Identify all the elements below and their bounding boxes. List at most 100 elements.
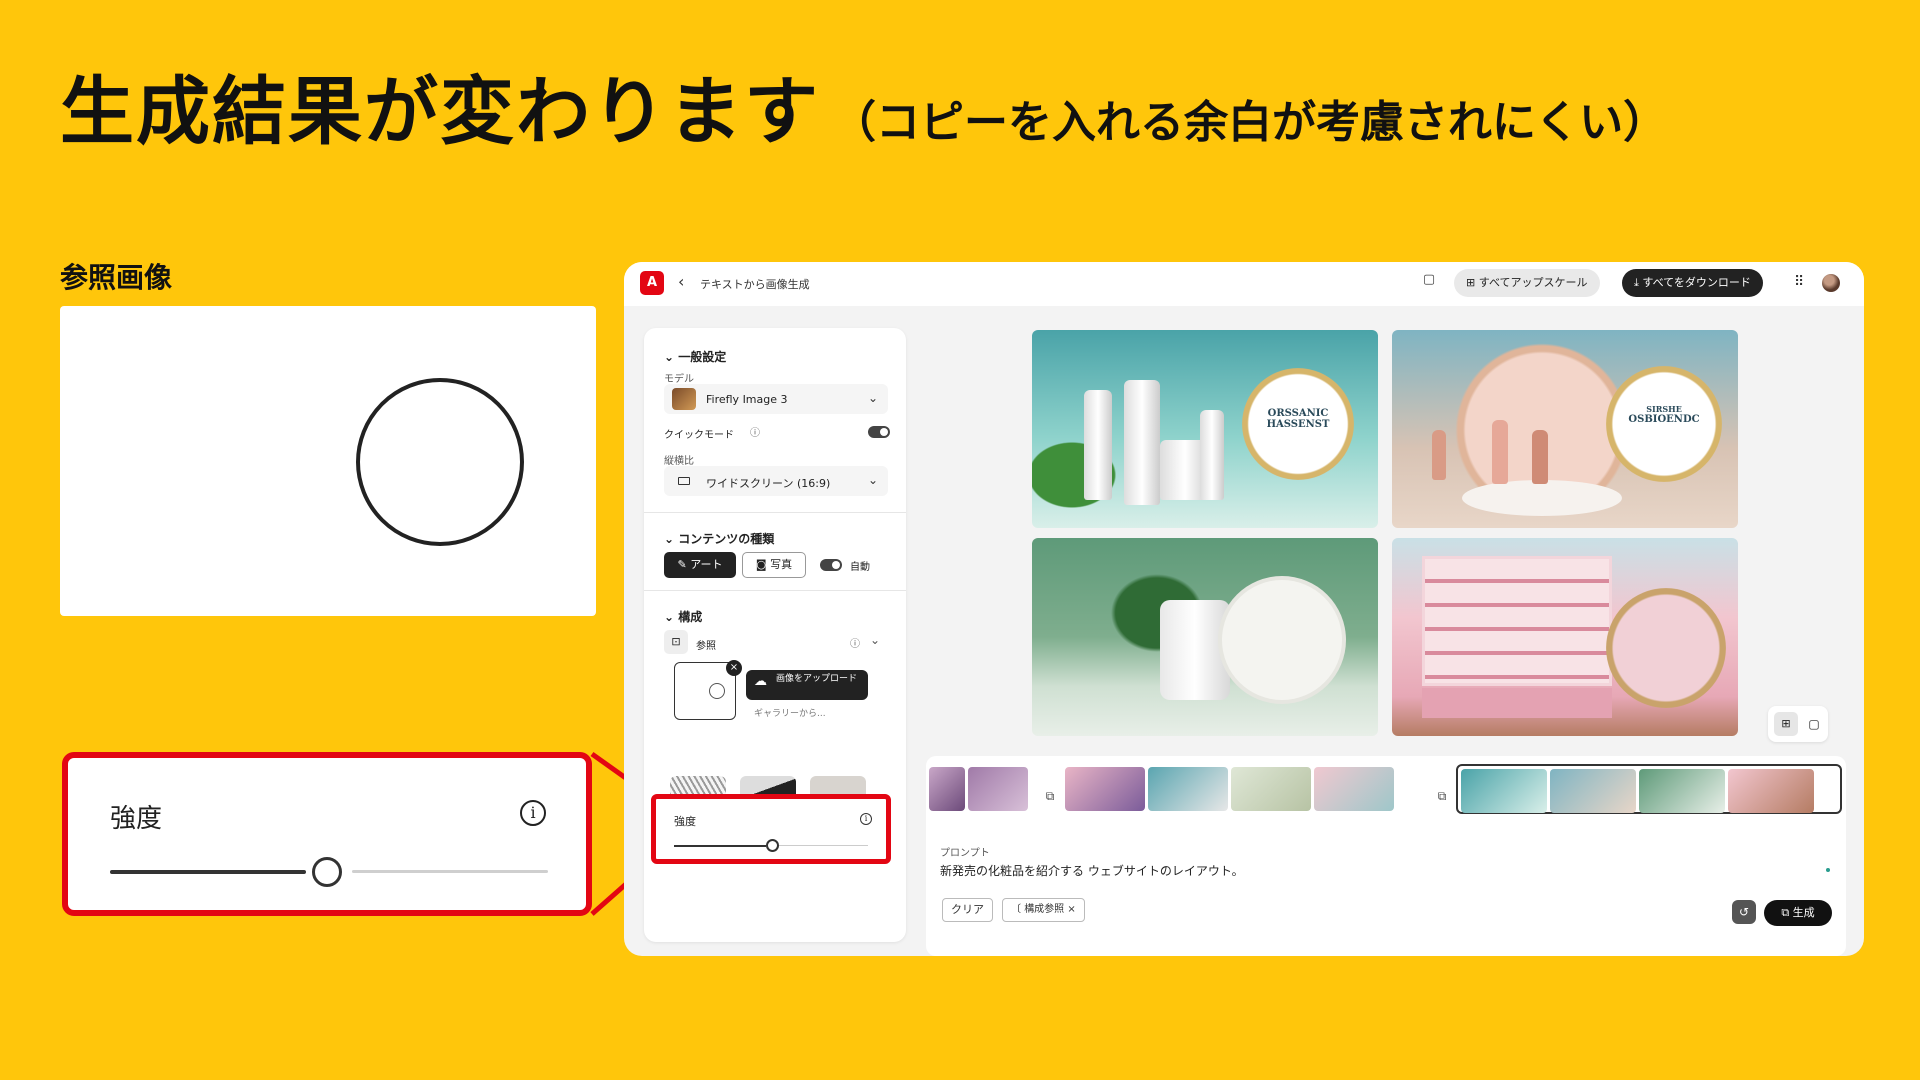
upload-image-button[interactable]: ☁ 画像をアップロード: [746, 670, 868, 700]
generate-button[interactable]: ⧉ 生成: [1764, 900, 1832, 926]
reference-circle-shape: [356, 378, 524, 546]
content-type-label: コンテンツの種類: [678, 532, 775, 546]
status-dot: [1826, 868, 1830, 872]
chevron-down-icon[interactable]: ⌄: [870, 633, 880, 647]
model-value: Firefly Image 3: [706, 393, 788, 406]
product-jar: [1160, 600, 1230, 700]
composition-header[interactable]: ⌄ 構成: [664, 608, 702, 625]
avatar[interactable]: [1822, 274, 1840, 292]
comment-icon[interactable]: ▢: [1420, 272, 1438, 290]
round-mirror: [1606, 588, 1726, 708]
info-icon[interactable]: ⓘ: [850, 635, 860, 650]
view-toggle: ⊞ ▢: [1768, 706, 1828, 742]
back-chevron-icon[interactable]: ‹: [678, 272, 684, 291]
auto-label: 自動: [850, 562, 870, 573]
generate-label: 生成: [1792, 906, 1815, 919]
display-shelf: [1422, 556, 1612, 686]
strength-label: 強度: [674, 815, 696, 828]
info-icon[interactable]: i: [860, 813, 872, 825]
general-settings-label: 一般設定: [678, 350, 727, 364]
info-icon[interactable]: i: [520, 800, 546, 826]
slider-thumb[interactable]: [766, 839, 779, 852]
slider-track-empty: [778, 845, 868, 846]
art-label: アート: [690, 558, 723, 571]
model-select[interactable]: Firefly Image 3 ⌄: [664, 384, 888, 414]
slide-title-main: 生成結果が変わります: [60, 69, 820, 155]
podium: [1462, 480, 1622, 516]
product-tube: [1084, 390, 1112, 500]
slider-track-filled: [110, 870, 306, 874]
prompt-label: プロンプト: [940, 848, 990, 859]
download-all-label: すべてをダウンロード: [1642, 276, 1751, 289]
product-bottle: [1492, 420, 1508, 484]
photo-button[interactable]: ◙ 写真: [742, 552, 806, 578]
composition-chip-label: 構成参照: [1024, 904, 1065, 915]
quick-mode-label: クイックモード: [664, 430, 734, 441]
clear-button[interactable]: クリア: [942, 898, 993, 922]
generated-image-2[interactable]: SIRSHE OSBIOENDC: [1392, 330, 1738, 528]
widescreen-icon: [678, 477, 690, 485]
breadcrumb[interactable]: テキストから画像生成: [700, 276, 810, 292]
art-button[interactable]: ✎ アート: [664, 552, 736, 578]
photo-label: 写真: [770, 558, 793, 571]
general-settings-header[interactable]: ⌄ 一般設定: [664, 348, 726, 365]
app-grid-icon[interactable]: ⠿: [1794, 274, 1804, 290]
reuse-icon[interactable]: ⧉: [1040, 786, 1060, 806]
history-thumbnail[interactable]: [1065, 767, 1145, 811]
leaf-decoration: [1032, 430, 1132, 520]
generated-image-4[interactable]: [1392, 538, 1738, 736]
generated-image-3[interactable]: [1032, 538, 1378, 736]
top-bar: A ‹ テキストから画像生成 ▢ ⊞ すべてアップスケール ⤓ すべてをダウンロ…: [624, 262, 1864, 306]
history-strip[interactable]: [1062, 764, 1412, 814]
badge-line: SIRSHE: [1646, 404, 1682, 414]
history-icon[interactable]: ↺: [1732, 900, 1756, 924]
history-thumbnail[interactable]: [1314, 767, 1394, 811]
info-icon[interactable]: ⓘ: [750, 424, 760, 439]
counter: [1422, 688, 1612, 718]
model-label: モデル: [664, 374, 694, 385]
upscale-all-button[interactable]: ⊞ すべてアップスケール: [1454, 269, 1600, 297]
chevron-down-icon: ⌄: [867, 473, 878, 487]
prompt-input[interactable]: 新発売の化粧品を紹介する ウェブサイトのレイアウト。: [940, 862, 1244, 879]
quick-mode-toggle[interactable]: [868, 426, 890, 438]
history-thumbnail[interactable]: [968, 767, 1028, 811]
adobe-logo-icon[interactable]: A: [640, 271, 664, 295]
close-icon[interactable]: ×: [1067, 904, 1075, 915]
single-view-icon[interactable]: ▢: [1804, 712, 1824, 736]
history-and-prompt: ⧉ ⧉ プロンプト 新発売の化粧品を紹介する ウェブサイトのレイアウト。 クリア…: [926, 756, 1846, 956]
aspect-ratio-select[interactable]: ワイドスクリーン (16:9) ⌄: [664, 466, 888, 496]
slider-track-empty: [352, 870, 548, 873]
upload-cloud-icon: ☁: [754, 674, 767, 689]
history-thumbnail[interactable]: [1148, 767, 1228, 811]
content-type-header[interactable]: ⌄ コンテンツの種類: [664, 530, 774, 547]
history-strip[interactable]: [926, 764, 1032, 814]
reuse-icon[interactable]: ⧉: [1432, 786, 1452, 806]
badge-line: OSBIOENDC: [1628, 414, 1700, 425]
model-thumbnail: [672, 388, 696, 410]
remove-reference-icon[interactable]: ×: [726, 660, 742, 676]
history-thumbnail[interactable]: [1550, 769, 1636, 813]
strength-label: 強度: [110, 804, 163, 834]
slider-thumb[interactable]: [312, 857, 342, 887]
product-bottle: [1532, 430, 1548, 484]
auto-toggle[interactable]: [820, 559, 842, 571]
composition-label: 構成: [678, 610, 703, 624]
history-thumbnail[interactable]: [929, 767, 965, 811]
reference-image-label: 参照画像: [60, 261, 173, 294]
upload-image-label: 画像をアップロード: [776, 674, 858, 684]
grid-view-icon[interactable]: ⊞: [1774, 712, 1798, 736]
product-tube: [1124, 380, 1160, 505]
download-all-button[interactable]: ⤓ すべてをダウンロード: [1622, 269, 1763, 297]
composition-reference-chip[interactable]: 〔 構成参照 ×: [1002, 898, 1085, 922]
generated-image-1[interactable]: ORSSANIC HASSENST: [1032, 330, 1378, 528]
history-thumbnail[interactable]: [1728, 769, 1814, 813]
history-thumbnail[interactable]: [1231, 767, 1311, 811]
reference-label: 参照: [696, 641, 716, 652]
product-badge: SIRSHE OSBIOENDC: [1606, 366, 1722, 482]
history-thumbnail[interactable]: [1461, 769, 1547, 813]
history-strip-selected[interactable]: [1456, 764, 1842, 814]
upscale-all-label: すべてアップスケール: [1478, 276, 1588, 289]
product-bottle: [1200, 410, 1224, 500]
history-thumbnail[interactable]: [1639, 769, 1725, 813]
gallery-link[interactable]: ギャラリーから...: [754, 706, 826, 719]
